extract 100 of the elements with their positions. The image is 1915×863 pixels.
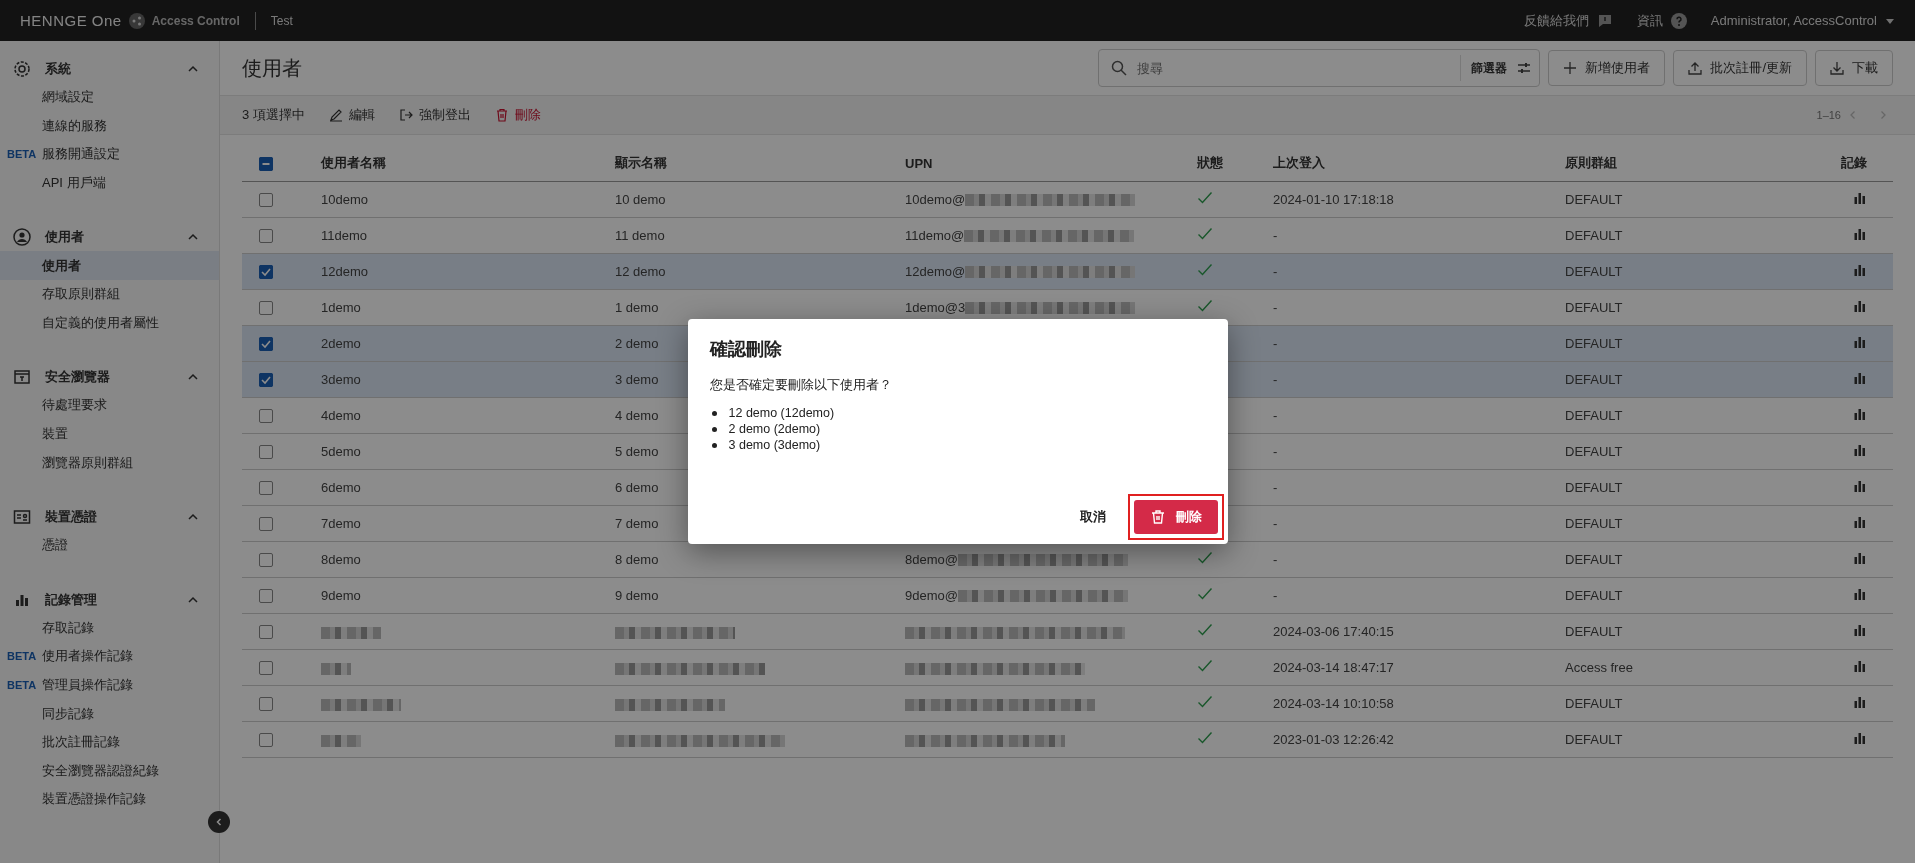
- table-cell: DEFAULT: [1565, 264, 1623, 279]
- bulk-import-button[interactable]: 批次註冊/更新: [1673, 50, 1807, 86]
- search-icon: [1111, 60, 1128, 76]
- row-checkbox[interactable]: [259, 661, 273, 676]
- table-cell: 2023-01-03 12:26:42: [1273, 732, 1394, 747]
- bar-chart-icon[interactable]: [1853, 695, 1867, 709]
- table-cell: 2 demo: [615, 336, 659, 351]
- table-cell: DEFAULT: [1565, 336, 1623, 351]
- row-checkbox[interactable]: [259, 301, 273, 316]
- sidebar-item[interactable]: 網域設定: [0, 83, 219, 112]
- select-all-checkbox[interactable]: [259, 156, 273, 171]
- table-cell: DEFAULT: [1565, 732, 1623, 747]
- row-checkbox[interactable]: [259, 589, 273, 604]
- edit-button[interactable]: 編輯: [328, 106, 375, 124]
- row-checkbox[interactable]: [259, 445, 273, 460]
- row-checkbox[interactable]: [259, 553, 273, 568]
- table-cell: DEFAULT: [1565, 696, 1623, 711]
- feedback-button[interactable]: 反饋給我們: [1523, 7, 1613, 34]
- table-cell: 8demo@: [905, 552, 958, 567]
- sidebar-item[interactable]: 同步記錄: [0, 699, 219, 728]
- sidebar-item[interactable]: 待處理要求: [0, 391, 219, 420]
- sidebar-item[interactable]: API 用戶端: [0, 168, 219, 198]
- bar-chart-icon[interactable]: [1853, 263, 1867, 277]
- row-checkbox[interactable]: [259, 733, 273, 748]
- sidebar-item[interactable]: 裝置: [0, 419, 219, 449]
- add-user-button[interactable]: 新增使用者: [1548, 50, 1666, 86]
- cancel-button[interactable]: 取消: [1075, 500, 1110, 534]
- table-cell: -: [1273, 516, 1278, 531]
- table-cell: 9 demo: [615, 588, 659, 603]
- chevron-left-icon: [1848, 110, 1858, 120]
- table-cell: DEFAULT: [1565, 408, 1623, 423]
- bullet-icon: [711, 410, 717, 416]
- sidebar-item[interactable]: 使用者: [0, 251, 219, 280]
- sidebar-section-header[interactable]: 記錄管理: [0, 585, 219, 614]
- table-cell: DEFAULT: [1565, 480, 1623, 495]
- sidebar-item[interactable]: 憑證: [0, 530, 219, 560]
- sidebar-item[interactable]: 安全瀏覽器認證紀錄: [0, 756, 219, 786]
- collapse-sidebar-button[interactable]: [208, 811, 230, 833]
- dialog-title: 確認刪除: [709, 338, 783, 361]
- force-logout-button[interactable]: 強制登出: [398, 106, 471, 124]
- sidebar-section-header[interactable]: 系統: [0, 55, 219, 83]
- row-checkbox[interactable]: [259, 409, 273, 424]
- sidebar-section-header[interactable]: 裝置憑證: [0, 502, 219, 531]
- bar-chart-icon[interactable]: [1853, 299, 1867, 313]
- help-icon: [1670, 12, 1687, 29]
- search-field[interactable]: 搜尋 篩選器: [1098, 49, 1541, 87]
- table-cell: 3demo: [321, 372, 361, 387]
- redacted-block: [321, 734, 361, 747]
- page-title: 使用者: [242, 55, 303, 81]
- bar-chart-icon[interactable]: [1853, 335, 1867, 349]
- row-checkbox[interactable]: [259, 481, 273, 496]
- row-checkbox[interactable]: [259, 265, 273, 280]
- bar-chart-icon[interactable]: [1853, 551, 1867, 565]
- table-cell: DEFAULT: [1565, 300, 1623, 315]
- bar-chart-icon[interactable]: [1853, 515, 1867, 529]
- row-checkbox[interactable]: [259, 625, 273, 640]
- sidebar-item[interactable]: 連線的服務: [0, 111, 219, 141]
- account-menu[interactable]: Administrator, AccessControl: [1710, 9, 1895, 32]
- logo-text: HENNGE One: [20, 12, 122, 29]
- bar-chart-icon[interactable]: [1853, 659, 1867, 673]
- bar-chart-icon[interactable]: [1853, 587, 1867, 601]
- beta-label: BETA: [7, 679, 37, 691]
- bar-chart-icon[interactable]: [1853, 227, 1867, 241]
- product-name: Access Control: [151, 13, 240, 28]
- row-checkbox[interactable]: [259, 697, 273, 712]
- bar-chart-icon[interactable]: [1853, 479, 1867, 493]
- sidebar-section-header[interactable]: 安全瀏覽器: [0, 363, 219, 392]
- info-button[interactable]: 資訊: [1636, 7, 1687, 34]
- table-cell: 4 demo: [615, 408, 659, 423]
- sidebar-item[interactable]: 自定義的使用者屬性: [0, 308, 219, 338]
- bar-chart-icon[interactable]: [1853, 191, 1867, 205]
- dialog-message: 您是否確定要刪除以下使用者？: [709, 377, 893, 394]
- table-cell: 4demo: [321, 408, 361, 423]
- bar-chart-icon[interactable]: [1853, 443, 1867, 457]
- bar-chart-icon[interactable]: [1853, 371, 1867, 385]
- table-cell: 6demo: [321, 480, 361, 495]
- table-cell: 7demo: [321, 516, 361, 531]
- bar-chart-icon[interactable]: [1853, 407, 1867, 421]
- bar-chart-icon[interactable]: [1853, 731, 1867, 745]
- delete-button[interactable]: 刪除: [494, 106, 541, 124]
- row-checkbox[interactable]: [259, 373, 273, 388]
- sidebar-item[interactable]: 批次註冊記錄: [0, 727, 219, 757]
- logout-icon: [398, 108, 413, 122]
- table-cell: 12 demo: [615, 264, 666, 279]
- column-header: 顯示名稱: [615, 155, 667, 170]
- sidebar-item[interactable]: 存取記錄: [0, 613, 219, 643]
- table-cell: 2024-03-14 18:47:17: [1273, 660, 1394, 675]
- row-checkbox[interactable]: [259, 517, 273, 532]
- row-checkbox[interactable]: [259, 337, 273, 352]
- table-cell: 12demo@: [905, 264, 966, 279]
- table-cell: 10 demo: [615, 192, 666, 207]
- bar-chart-icon[interactable]: [1853, 623, 1867, 637]
- download-button[interactable]: 下載: [1815, 50, 1893, 86]
- chevron-left-icon: [214, 817, 224, 827]
- row-checkbox[interactable]: [259, 193, 273, 208]
- row-checkbox[interactable]: [259, 229, 273, 244]
- user-icon: [13, 228, 31, 247]
- filter-button[interactable]: 篩選器: [1460, 55, 1532, 81]
- sidebar-item[interactable]: 瀏覽器原則群組: [0, 448, 219, 477]
- confirm-delete-button[interactable]: 刪除: [1133, 500, 1218, 534]
